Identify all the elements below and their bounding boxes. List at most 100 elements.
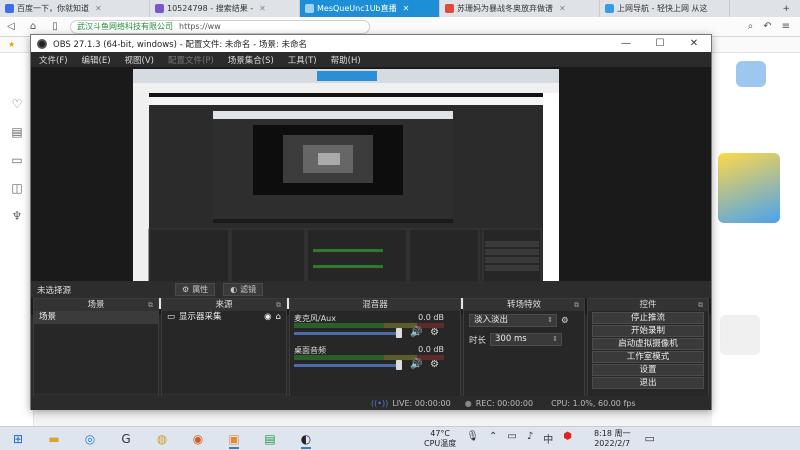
reader-icon[interactable]: ▯ <box>44 21 66 32</box>
browser-tab-1[interactable]: 百度一下，你就知道 ✕ <box>0 0 150 17</box>
tab-label: 10524798 - 搜索结果 - <box>167 4 254 13</box>
start-recording-button[interactable]: 开始录制 <box>592 325 704 337</box>
gear-icon[interactable]: ⚙ <box>430 327 439 338</box>
new-tab-icon[interactable]: + <box>782 4 790 14</box>
start-icon[interactable]: ⊞ <box>4 429 32 449</box>
page-right-panel <box>712 53 800 426</box>
promo-banner[interactable] <box>718 153 780 223</box>
gamepad-icon[interactable]: ◫ <box>10 181 24 195</box>
obs-app-icon[interactable]: ◐ <box>292 429 320 449</box>
cpu-temp-value: 47°C <box>430 428 451 438</box>
maximize-icon[interactable]: ☐ <box>643 38 677 49</box>
window-controls: — ☐ ✕ <box>609 38 711 49</box>
close-icon[interactable]: ✕ <box>559 4 566 13</box>
lock-icon[interactable]: ⌂ <box>276 311 281 324</box>
scene-item-label: 场景 <box>39 312 57 322</box>
duration-value: 300 ms <box>495 334 527 344</box>
gear-icon[interactable]: ⚙ <box>430 359 439 370</box>
microphone-icon[interactable]: 🎙 <box>466 431 479 446</box>
system-tray: 🎙 ⌃ ▭ ♪ 中 ⬢ <box>466 431 572 446</box>
exit-button[interactable]: 退出 <box>592 377 704 389</box>
stop-streaming-button[interactable]: 停止推流 <box>592 312 704 324</box>
browser-tab-3-active[interactable]: MesQueUnc1Ub直播 ✕ <box>300 0 440 17</box>
browser-tab-4[interactable]: 苏珊妈为暴战冬奥放弃做谱 ✕ <box>440 0 600 17</box>
preview-area <box>31 67 711 315</box>
gift-promo[interactable] <box>720 315 760 355</box>
start-virtual-camera-button[interactable]: 启动虚拟摄像机 <box>592 338 704 350</box>
source-item[interactable]: ▭ 显示器采集 ◉ ⌂ <box>162 311 286 324</box>
menu-profile[interactable]: 配置文件(P) <box>168 54 214 66</box>
settings-button[interactable]: 设置 <box>592 364 704 376</box>
tab-label: 苏珊妈为暴战冬奥放弃做谱 <box>457 4 553 13</box>
network-icon[interactable]: ▭ <box>507 431 516 446</box>
close-icon[interactable]: ✕ <box>95 4 102 13</box>
float-icon[interactable]: ⧉ <box>148 299 153 311</box>
menu-view[interactable]: 视图(V) <box>125 54 154 66</box>
preview-canvas[interactable] <box>133 69 559 309</box>
star-icon[interactable]: ★ <box>8 40 15 49</box>
video-icon[interactable]: ▭ <box>10 153 24 167</box>
browser-tab-2[interactable]: 10524798 - 搜索结果 - ✕ <box>150 0 300 17</box>
game-app-icon[interactable]: ◍ <box>148 429 176 449</box>
speaker-icon[interactable]: 🔊 <box>410 359 422 370</box>
audio-mixer-dock: 混音器 麦克风/Aux 0.0 dB 🔊 ⚙ 桌面音频 0.0 dB 🔊 ⚙ <box>289 298 461 410</box>
status-bar: ((•)) LIVE: 00:00:00 ● REC: 00:00:00 CPU… <box>31 396 711 410</box>
app-g-icon[interactable]: G <box>112 429 140 449</box>
scene-item[interactable]: 场景 <box>34 311 158 324</box>
close-icon[interactable]: ✕ <box>259 4 266 13</box>
volume-slider[interactable] <box>294 364 402 367</box>
menu-help[interactable]: 帮助(H) <box>331 54 361 66</box>
eye-icon[interactable]: ◉ <box>264 311 271 324</box>
volume-slider-handle[interactable] <box>396 360 402 370</box>
volume-slider-handle[interactable] <box>396 328 402 338</box>
notification-icon[interactable]: ▭ <box>644 432 654 445</box>
chrome-app-icon[interactable]: ◉ <box>184 429 212 449</box>
gear-icon[interactable]: ⚙ <box>561 316 569 326</box>
float-icon[interactable]: ⧉ <box>574 299 579 311</box>
spin-icon[interactable]: ⇕ <box>552 334 558 345</box>
browser-tab-5[interactable]: 上网导航 - 轻快上网 从这 <box>600 0 730 17</box>
file-explorer-icon[interactable]: ▬ <box>40 429 68 449</box>
volume-icon[interactable]: ♪ <box>527 431 533 446</box>
search-icon[interactable]: ⌕ <box>748 21 754 32</box>
media-app-icon[interactable]: ▤ <box>256 429 284 449</box>
menu-tools[interactable]: 工具(T) <box>288 54 317 66</box>
arrow-up-icon[interactable]: ⌃ <box>489 431 497 446</box>
menu-file[interactable]: 文件(F) <box>39 54 68 66</box>
minimize-icon[interactable]: — <box>609 38 643 49</box>
close-icon[interactable]: ✕ <box>677 38 711 49</box>
trophy-icon[interactable]: ♆ <box>10 209 24 223</box>
ime-icon[interactable]: 中 <box>543 431 553 446</box>
undo-icon[interactable]: ↶ <box>763 21 771 32</box>
cpu-fps: CPU: 1.0%, 60.00 fps <box>551 398 636 408</box>
transition-select[interactable]: 淡入淡出 ⇕ <box>469 314 557 327</box>
cpu-temp-widget[interactable]: 47°C CPU温度 <box>424 429 456 449</box>
clock[interactable]: 8:18 周一 2022/2/7 <box>594 429 631 449</box>
address-field[interactable]: 武汉斗鱼网络科技有限公司 https://ww <box>70 19 370 34</box>
close-icon[interactable]: ✕ <box>403 4 410 13</box>
browser-toolbar-right: ⌕ ↶ ≡ <box>748 21 800 32</box>
browser-icon[interactable]: ◎ <box>76 429 104 449</box>
obs-logo-icon <box>37 38 47 49</box>
studio-mode-button[interactable]: 工作室模式 <box>592 351 704 363</box>
douyu-app-icon[interactable]: ▣ <box>220 429 248 449</box>
float-icon[interactable]: ⧉ <box>276 299 281 311</box>
filters-button[interactable]: ◐ 滤镜 <box>223 283 264 296</box>
float-icon[interactable]: ⧉ <box>698 299 703 311</box>
avatar <box>736 61 766 87</box>
list-icon[interactable]: ▤ <box>10 125 24 139</box>
menu-icon[interactable]: ≡ <box>782 21 790 32</box>
home-icon[interactable]: ⌂ <box>22 21 44 32</box>
menu-scene-collection[interactable]: 场景集合(S) <box>228 54 274 66</box>
duration-spinbox[interactable]: 300 ms ⇕ <box>490 333 563 346</box>
browser-tab-bar: 百度一下，你就知道 ✕ 10524798 - 搜索结果 - ✕ MesQueUn… <box>0 0 800 17</box>
menu-edit[interactable]: 编辑(E) <box>82 54 111 66</box>
controls-dock-title: 控件 ⧉ <box>588 299 708 311</box>
heart-icon[interactable]: ♡ <box>10 97 24 111</box>
antivirus-icon[interactable]: ⬢ <box>563 431 572 446</box>
back-icon[interactable]: ◁ <box>0 21 22 32</box>
volume-slider[interactable] <box>294 332 402 335</box>
speaker-icon[interactable]: 🔊 <box>410 327 422 338</box>
transition-select-row: 淡入淡出 ⇕ ⚙ <box>464 311 584 330</box>
properties-button[interactable]: ⚙ 属性 <box>175 283 216 296</box>
